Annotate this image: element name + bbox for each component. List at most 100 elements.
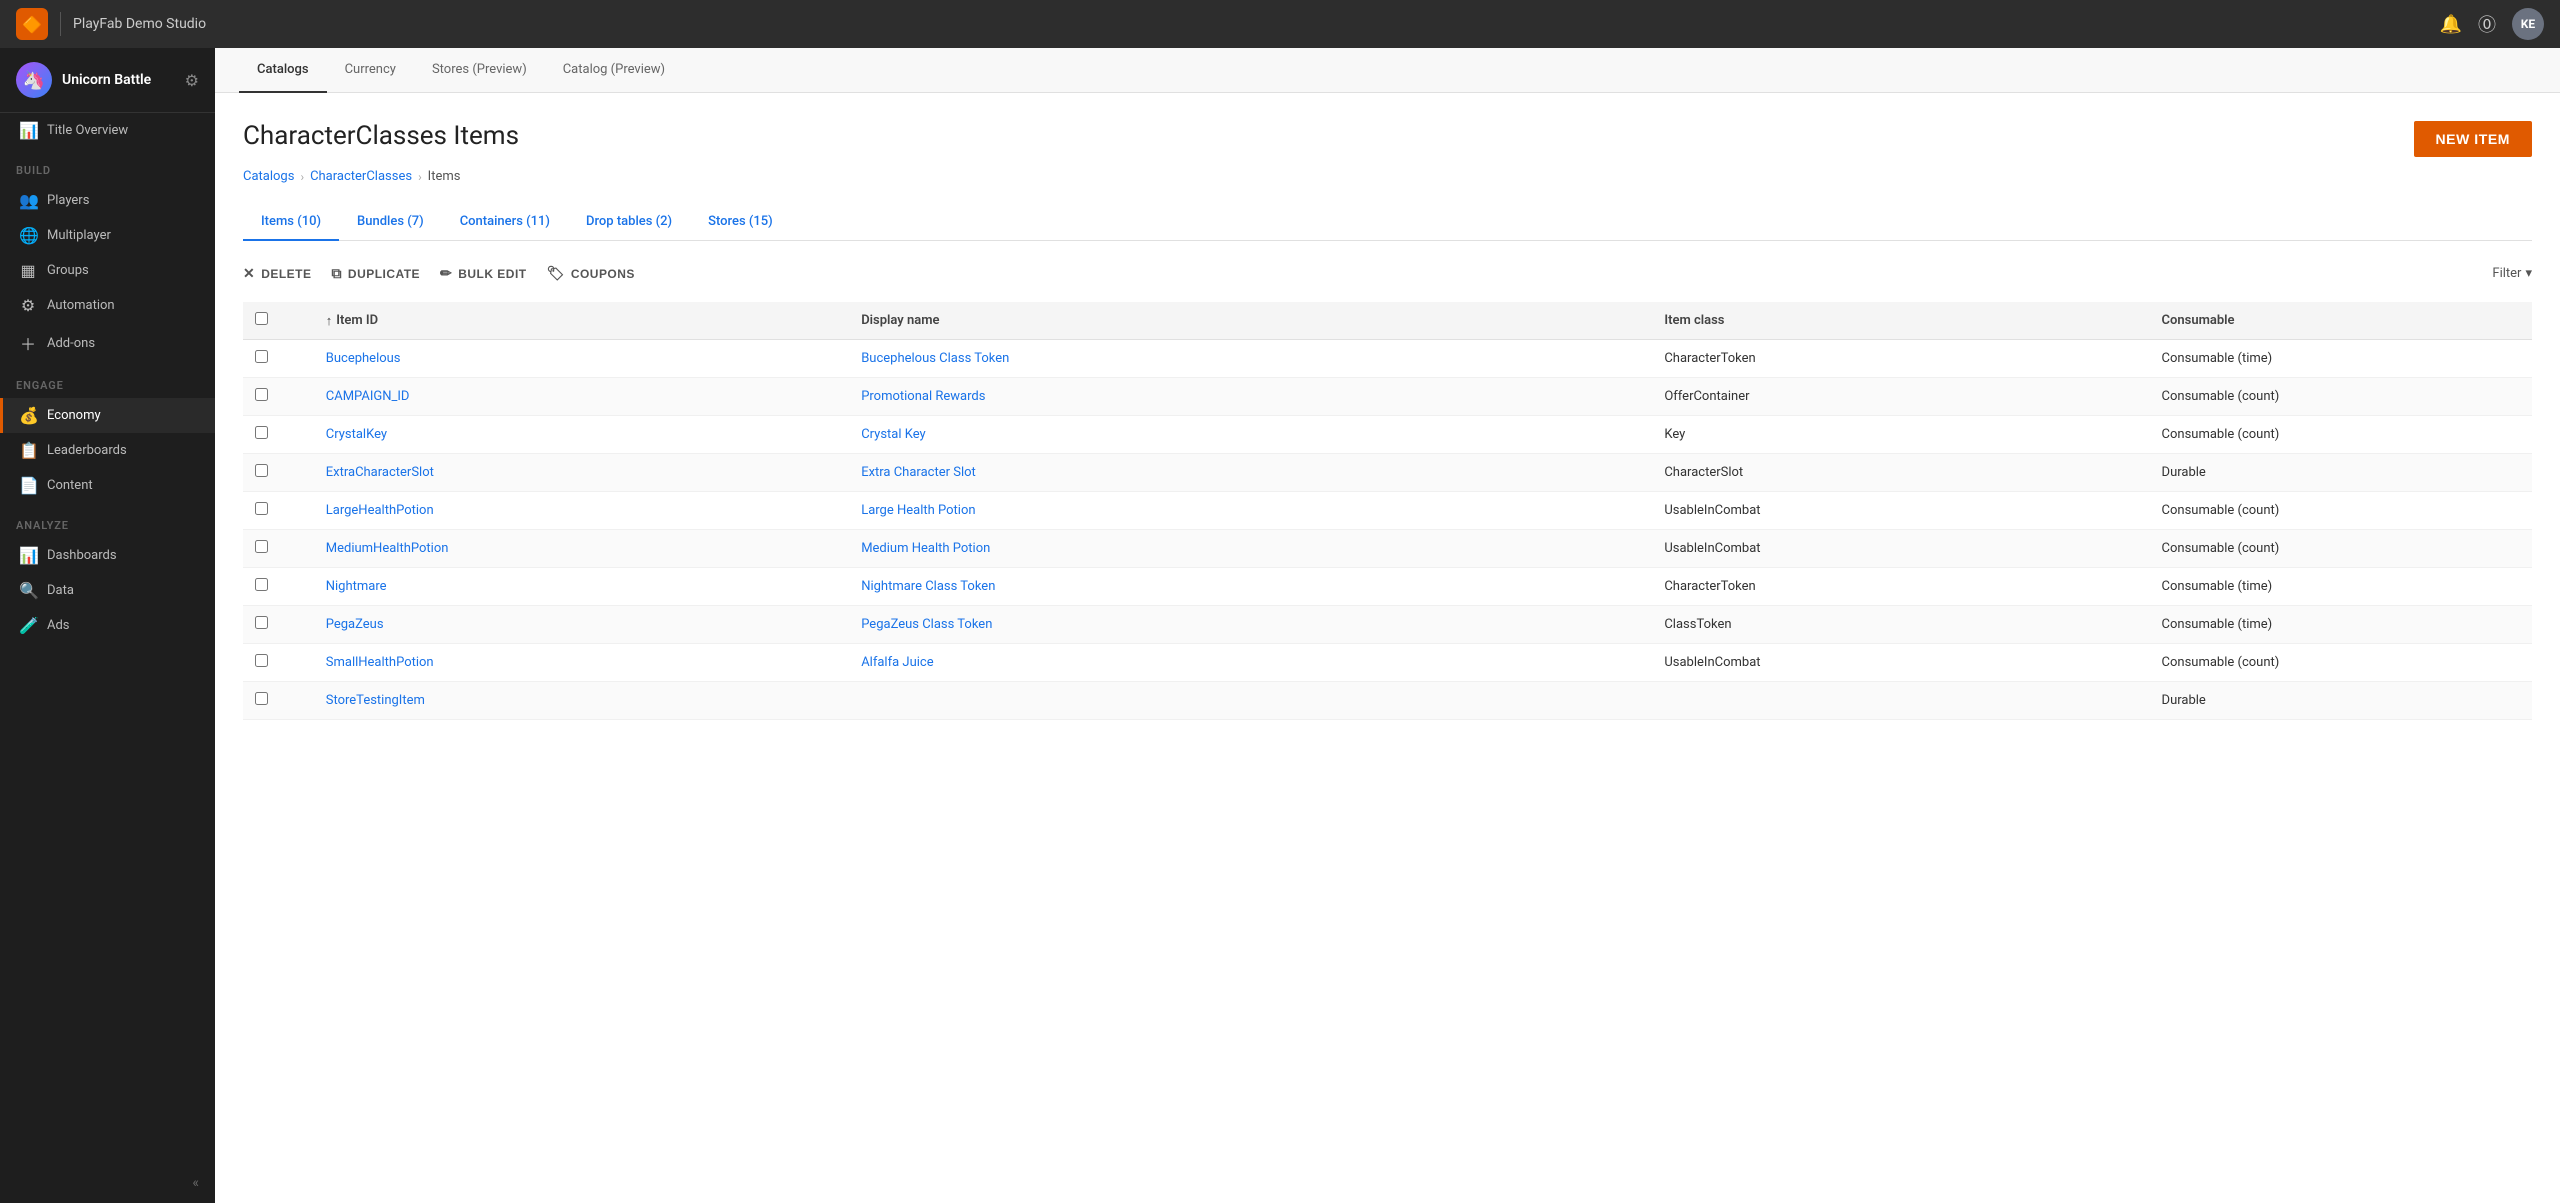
- row-checkbox-cell: [243, 644, 314, 682]
- row-display-name[interactable]: Medium Health Potion: [849, 530, 1652, 568]
- table-row: CrystalKey Crystal Key Key Consumable (c…: [243, 416, 2532, 454]
- sub-tab-items[interactable]: Items (10): [243, 204, 339, 241]
- sidebar-item-economy[interactable]: 💰 Economy: [0, 398, 215, 433]
- row-checkbox-cell: [243, 340, 314, 378]
- row-item-id[interactable]: CAMPAIGN_ID: [314, 378, 849, 416]
- row-display-name[interactable]: Extra Character Slot: [849, 454, 1652, 492]
- sidebar-item-automation[interactable]: ⚙ Automation: [0, 288, 215, 323]
- project-settings-icon[interactable]: ⚙: [185, 71, 199, 90]
- sidebar-section-engage: ENGAGE: [0, 363, 215, 398]
- filter-button[interactable]: Filter ▾: [2492, 266, 2532, 281]
- notification-icon[interactable]: 🔔: [2440, 14, 2462, 35]
- row-item-id[interactable]: Nightmare: [314, 568, 849, 606]
- sidebar-item-content[interactable]: 📄 Content: [0, 468, 215, 503]
- row-checkbox[interactable]: [255, 464, 268, 477]
- help-icon[interactable]: ⓪: [2478, 11, 2496, 37]
- bulk-edit-icon: ✏: [440, 265, 452, 282]
- tab-stores-preview[interactable]: Stores (Preview): [414, 48, 545, 93]
- row-display-name[interactable]: Crystal Key: [849, 416, 1652, 454]
- tab-currency[interactable]: Currency: [327, 48, 414, 93]
- sidebar-collapse-button[interactable]: «: [0, 1163, 215, 1203]
- sub-tab-bundles[interactable]: Bundles (7): [339, 204, 442, 241]
- sidebar-item-title-overview[interactable]: 📊 Title Overview: [0, 113, 215, 148]
- row-checkbox[interactable]: [255, 540, 268, 553]
- project-icon: 🦄: [16, 62, 52, 98]
- row-item-id[interactable]: LargeHealthPotion: [314, 492, 849, 530]
- bulk-edit-button[interactable]: ✏ BULK EDIT: [440, 261, 527, 286]
- sub-tab-stores[interactable]: Stores (15): [690, 204, 791, 241]
- row-item-class: [1652, 682, 2149, 720]
- breadcrumb-sep-2: ›: [418, 170, 422, 184]
- row-checkbox[interactable]: [255, 426, 268, 439]
- content-area: CharacterClasses Items NEW ITEM Catalogs…: [215, 93, 2560, 1203]
- tab-catalog-preview[interactable]: Catalog (Preview): [545, 48, 683, 93]
- topbar-right: 🔔 ⓪ KE: [2440, 8, 2544, 40]
- col-header-item-class[interactable]: Item class: [1652, 302, 2149, 340]
- row-display-name[interactable]: Alfalfa Juice: [849, 644, 1652, 682]
- row-item-id[interactable]: CrystalKey: [314, 416, 849, 454]
- sidebar-item-data[interactable]: 🔍 Data: [0, 573, 215, 608]
- row-item-id[interactable]: Bucephelous: [314, 340, 849, 378]
- row-consumable: Consumable (time): [2150, 568, 2532, 606]
- sidebar: 🦄 Unicorn Battle ⚙ 📊 Title Overview BUIL…: [0, 48, 215, 1203]
- tab-catalogs[interactable]: Catalogs: [239, 48, 327, 93]
- select-all-checkbox[interactable]: [255, 312, 268, 325]
- leaderboards-icon: 📋: [19, 441, 37, 460]
- sidebar-item-players[interactable]: 👥 Players: [0, 183, 215, 218]
- row-checkbox-cell: [243, 416, 314, 454]
- addons-icon: ＋: [19, 331, 37, 355]
- table-row: SmallHealthPotion Alfalfa Juice UsableIn…: [243, 644, 2532, 682]
- row-item-id[interactable]: PegaZeus: [314, 606, 849, 644]
- automation-icon: ⚙: [19, 296, 37, 315]
- row-consumable: Durable: [2150, 682, 2532, 720]
- breadcrumb-sep-1: ›: [300, 170, 304, 184]
- row-checkbox[interactable]: [255, 654, 268, 667]
- sidebar-item-leaderboards[interactable]: 📋 Leaderboards: [0, 433, 215, 468]
- row-checkbox[interactable]: [255, 502, 268, 515]
- table-row: CAMPAIGN_ID Promotional Rewards OfferCon…: [243, 378, 2532, 416]
- row-display-name[interactable]: Promotional Rewards: [849, 378, 1652, 416]
- row-display-name[interactable]: Nightmare Class Token: [849, 568, 1652, 606]
- col-header-consumable[interactable]: Consumable: [2150, 302, 2532, 340]
- coupons-button[interactable]: 🏷 COUPONS: [547, 261, 635, 286]
- project-header: 🦄 Unicorn Battle ⚙: [0, 48, 215, 113]
- col-header-display-name[interactable]: Display name: [849, 302, 1652, 340]
- coupons-icon: 🏷: [547, 265, 565, 282]
- table-row: ExtraCharacterSlot Extra Character Slot …: [243, 454, 2532, 492]
- table-row: Bucephelous Bucephelous Class Token Char…: [243, 340, 2532, 378]
- sidebar-item-dashboards[interactable]: 📊 Dashboards: [0, 538, 215, 573]
- row-display-name[interactable]: Bucephelous Class Token: [849, 340, 1652, 378]
- sidebar-section-analyze: ANALYZE: [0, 503, 215, 538]
- row-checkbox[interactable]: [255, 350, 268, 363]
- sidebar-item-multiplayer[interactable]: 🌐 Multiplayer: [0, 218, 215, 253]
- row-display-name[interactable]: [849, 682, 1652, 720]
- sidebar-item-addons[interactable]: ＋ Add-ons: [0, 323, 215, 363]
- row-item-class: CharacterToken: [1652, 340, 2149, 378]
- row-checkbox[interactable]: [255, 388, 268, 401]
- sub-tab-drop-tables[interactable]: Drop tables (2): [568, 204, 690, 241]
- row-checkbox[interactable]: [255, 616, 268, 629]
- duplicate-icon: ⧉: [331, 265, 341, 282]
- row-display-name[interactable]: Large Health Potion: [849, 492, 1652, 530]
- row-item-id[interactable]: ExtraCharacterSlot: [314, 454, 849, 492]
- row-item-id[interactable]: MediumHealthPotion: [314, 530, 849, 568]
- row-checkbox[interactable]: [255, 578, 268, 591]
- sidebar-item-ads[interactable]: 🧪 Ads: [0, 608, 215, 643]
- row-display-name[interactable]: PegaZeus Class Token: [849, 606, 1652, 644]
- app-logo: 🔶: [16, 8, 48, 40]
- sub-tab-containers[interactable]: Containers (11): [442, 204, 568, 241]
- breadcrumb-character-classes[interactable]: CharacterClasses: [310, 169, 412, 184]
- duplicate-button[interactable]: ⧉ DUPLICATE: [331, 261, 420, 286]
- row-item-id[interactable]: SmallHealthPotion: [314, 644, 849, 682]
- studio-name: PlayFab Demo Studio: [73, 16, 206, 32]
- row-checkbox[interactable]: [255, 692, 268, 705]
- chart-icon: 📊: [19, 121, 37, 140]
- delete-button[interactable]: ✕ DELETE: [243, 261, 311, 286]
- user-avatar[interactable]: KE: [2512, 8, 2544, 40]
- col-header-item-id[interactable]: ↑ Item ID: [314, 302, 849, 340]
- row-item-id[interactable]: StoreTestingItem: [314, 682, 849, 720]
- row-item-class: CharacterSlot: [1652, 454, 2149, 492]
- sidebar-item-groups[interactable]: ▦ Groups: [0, 253, 215, 288]
- breadcrumb-catalogs[interactable]: Catalogs: [243, 169, 294, 184]
- new-item-button[interactable]: NEW ITEM: [2414, 121, 2532, 157]
